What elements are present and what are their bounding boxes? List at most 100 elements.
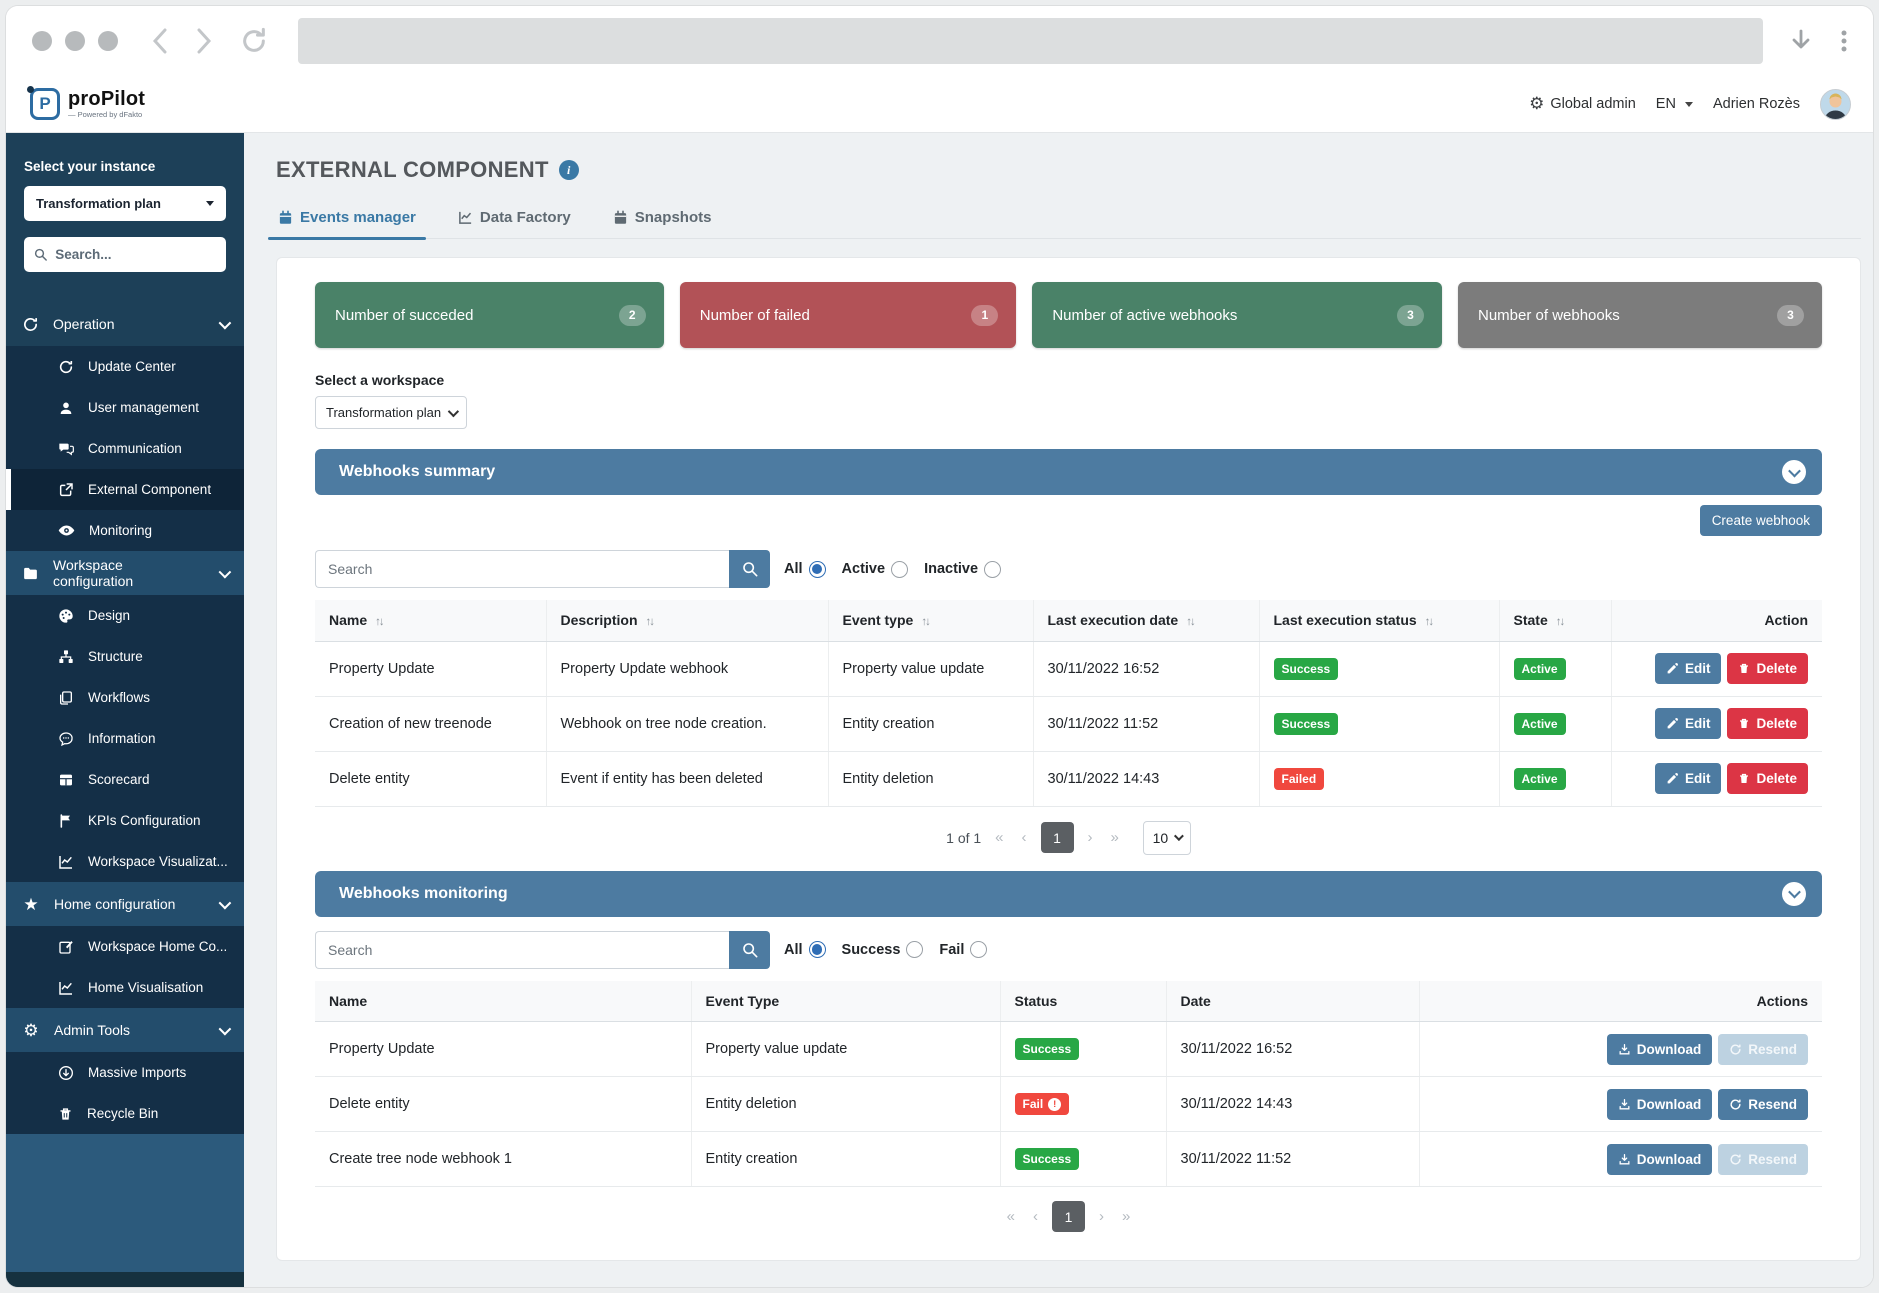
kebab-menu-icon[interactable] [1841,29,1847,53]
radio-fail[interactable] [970,941,987,958]
global-admin-menu[interactable]: ⚙ Global admin [1529,94,1636,114]
first-page-button[interactable]: « [1003,1208,1019,1225]
sidebar-item-massive-imports[interactable]: Massive Imports [6,1052,244,1093]
tab-snapshots[interactable]: Snapshots [611,205,714,238]
radio-all[interactable] [809,941,826,958]
sidebar-item-workspace-home-config[interactable]: Workspace Home Co... [6,926,244,967]
avatar[interactable] [1820,89,1851,120]
traffic-light-minimize-icon[interactable] [65,31,85,51]
sidebar-section-home-configuration[interactable]: ★ Home configuration [6,882,244,926]
sidebar-item-monitoring[interactable]: Monitoring [6,510,244,551]
traffic-light-close-icon[interactable] [32,31,52,51]
radio-inactive[interactable] [984,561,1001,578]
prev-page-button[interactable]: ‹ [1029,1208,1042,1225]
sidebar-item-communication[interactable]: Communication [6,428,244,469]
forward-icon[interactable] [196,28,212,54]
col-event-type[interactable]: Event type↑↓ [828,600,1033,641]
monitoring-search-button[interactable] [729,931,770,969]
webhooks-monitoring-header[interactable]: Webhooks monitoring [315,871,1822,917]
last-page-button[interactable]: » [1118,1208,1134,1225]
filter-all[interactable]: All [784,561,826,578]
download-button[interactable]: Download [1607,1144,1713,1175]
page-size-select[interactable]: 10 [1143,821,1191,855]
sidebar-item-home-visualisation[interactable]: Home Visualisation [6,967,244,1008]
instance-select[interactable]: Transformation plan [24,186,226,221]
monitoring-search-input[interactable] [315,931,729,969]
col-last-execution-status[interactable]: Last execution status↑↓ [1259,600,1499,641]
sort-icon[interactable]: ↑↓ [1186,616,1194,628]
sidebar-search[interactable] [24,237,226,272]
col-state[interactable]: State↑↓ [1499,600,1611,641]
sidebar-item-update-center[interactable]: Update Center [6,346,244,387]
sidebar-item-design[interactable]: Design [6,595,244,636]
sort-icon[interactable]: ↑↓ [375,616,383,628]
sort-icon[interactable]: ↑↓ [1556,616,1564,628]
info-icon[interactable]: i [559,160,579,180]
workspace-select[interactable]: Transformation plan [315,396,467,429]
tab-data-factory[interactable]: Data Factory [456,205,573,238]
webhooks-summary-header[interactable]: Webhooks summary [315,449,1822,495]
tab-events-manager[interactable]: Events manager [276,205,418,238]
eye-icon [58,522,75,539]
webhooks-monitoring-table: Name Event Type Status Date Actions Prop… [315,981,1822,1188]
sidebar-item-external-component[interactable]: External Component [6,469,244,510]
sidebar-section-admin-tools[interactable]: ⚙ Admin Tools [6,1008,244,1052]
language-selector[interactable]: EN [1656,96,1693,112]
gear-icon: ⚙ [22,1022,40,1039]
sidebar-item-scorecard[interactable]: Scorecard [6,759,244,800]
filter-active[interactable]: Active [842,561,909,578]
downloads-icon[interactable] [1791,29,1811,53]
sidebar-item-workflows[interactable]: Workflows [6,677,244,718]
current-page-button[interactable]: 1 [1052,1201,1085,1232]
edit-button[interactable]: Edit [1655,763,1722,794]
filter-success[interactable]: Success [842,941,924,958]
reload-icon[interactable] [240,27,268,55]
sidebar-item-information[interactable]: Information [6,718,244,759]
sort-icon[interactable]: ↑↓ [646,616,654,628]
sort-icon[interactable]: ↑↓ [1425,616,1433,628]
sidebar-item-kpis-configuration[interactable]: KPIs Configuration [6,800,244,841]
filter-inactive[interactable]: Inactive [924,561,1001,578]
resend-button[interactable]: Resend [1718,1089,1808,1120]
sidebar-section-operation[interactable]: Operation [6,302,244,346]
collapse-chevron-icon[interactable] [1782,460,1806,484]
col-description[interactable]: Description↑↓ [546,600,828,641]
col-name[interactable]: Name↑↓ [315,600,546,641]
summary-search-button[interactable] [729,550,770,588]
col-last-execution-date[interactable]: Last execution date↑↓ [1033,600,1259,641]
sidebar-search-input[interactable] [55,247,216,262]
user-menu[interactable]: Adrien Rozès [1713,96,1800,112]
first-page-button[interactable]: « [991,829,1007,846]
edit-button[interactable]: Edit [1655,653,1722,684]
brand-logo[interactable]: P proPilot — Powered by dFakto [30,88,145,120]
next-page-button[interactable]: › [1095,1208,1108,1225]
sidebar-item-recycle-bin[interactable]: Recycle Bin [6,1093,244,1134]
delete-button[interactable]: Delete [1727,653,1808,684]
create-webhook-button[interactable]: Create webhook [1700,505,1822,536]
radio-all[interactable] [809,561,826,578]
sidebar-item-user-management[interactable]: User management [6,387,244,428]
radio-active[interactable] [891,561,908,578]
traffic-light-zoom-icon[interactable] [98,31,118,51]
sidebar-item-structure[interactable]: Structure [6,636,244,677]
sort-icon[interactable]: ↑↓ [921,616,929,628]
delete-button[interactable]: Delete [1727,708,1808,739]
filter-fail[interactable]: Fail [939,941,987,958]
current-page-button[interactable]: 1 [1041,822,1074,853]
radio-success[interactable] [906,941,923,958]
next-page-button[interactable]: › [1084,829,1097,846]
sidebar-section-workspace-configuration[interactable]: Workspace configuration [6,551,244,595]
download-button[interactable]: Download [1607,1089,1713,1120]
edit-button[interactable]: Edit [1655,708,1722,739]
delete-button[interactable]: Delete [1727,763,1808,794]
sidebar-item-workspace-visualization[interactable]: Workspace Visualizat... [6,841,244,882]
prev-page-button[interactable]: ‹ [1018,829,1031,846]
collapse-chevron-icon[interactable] [1782,882,1806,906]
back-icon[interactable] [152,28,168,54]
summary-search-input[interactable] [315,550,729,588]
last-page-button[interactable]: » [1107,829,1123,846]
error-info-icon[interactable]: ! [1048,1098,1061,1111]
address-bar[interactable] [298,18,1763,64]
download-button[interactable]: Download [1607,1034,1713,1065]
filter-all[interactable]: All [784,941,826,958]
